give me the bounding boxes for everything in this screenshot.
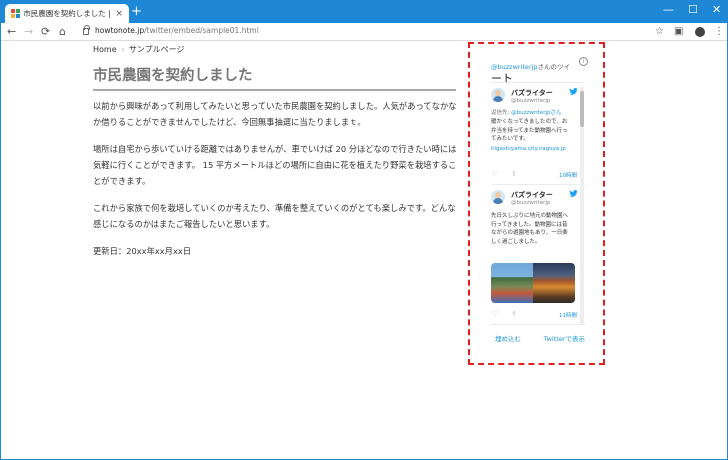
timeline-handle-link[interactable]: @buzzwriterjp bbox=[491, 63, 538, 71]
address-bar[interactable]: howtonote.jp/twitter/embed/sample01.html bbox=[83, 25, 668, 39]
breadcrumb-current: サンプルページ bbox=[128, 45, 185, 54]
page-title: 市民農園を契約しました bbox=[93, 64, 456, 91]
timeline-scrollbar[interactable] bbox=[580, 87, 584, 324]
breadcrumb-separator: › bbox=[121, 45, 125, 54]
page-content: Home › サンプルページ 市民農園を契約しました 以前から興味があって利用し… bbox=[1, 42, 727, 459]
scrollbar-thumb[interactable] bbox=[580, 91, 584, 127]
tab-bar: 市民農園を契約しました | バズブログ × + — ☐ ✕ bbox=[1, 1, 727, 23]
tweet-timestamp[interactable]: 11時間 bbox=[559, 311, 577, 319]
article-paragraph: 以前から興味があって利用してみたいと思っていた市民農園を契約しました。人気があっ… bbox=[93, 101, 457, 127]
article-paragraph: これから家族で何を栽培していくのか考えたり、準備を整えていくのがとても楽しみです… bbox=[93, 203, 456, 229]
tweet-author-handle[interactable]: @buzzwriterjp bbox=[511, 98, 550, 104]
tweet-author-handle[interactable]: @buzzwriterjp bbox=[511, 200, 550, 206]
tweet-author-name[interactable]: バズライター bbox=[511, 190, 553, 200]
profile-avatar-icon[interactable] bbox=[695, 27, 705, 37]
twitter-timeline-embed: @buzzwriterjpさんのツイ ート i バズライター @buzzwrit… bbox=[479, 52, 595, 352]
timeline-header: @buzzwriterjpさんのツイ ート i bbox=[491, 54, 588, 84]
tab-close-icon[interactable]: × bbox=[115, 9, 123, 19]
address-toolbar: ← → ⟳ ⌂ howtonote.jp/twitter/embed/sampl… bbox=[1, 23, 727, 41]
tweet-photo-left bbox=[491, 263, 533, 303]
heart-icon[interactable]: ♡ bbox=[491, 310, 497, 318]
article-body: 以前から興味があって利用してみたいと思っていた市民農園を契約しました。人気があっ… bbox=[93, 98, 459, 243]
reply-mention-link[interactable]: @buzzwriterjpさん bbox=[511, 110, 561, 116]
heart-icon[interactable]: ♡ bbox=[491, 170, 497, 178]
timeline-header-suffix: さんのツイ bbox=[537, 63, 571, 71]
home-icon[interactable]: ⌂ bbox=[59, 25, 66, 38]
lock-icon bbox=[83, 25, 90, 35]
tab-title: 市民農園を契約しました | バズブログ bbox=[23, 9, 111, 18]
tweet-timestamp[interactable]: 10時間 bbox=[559, 171, 577, 179]
minimize-button[interactable]: — bbox=[663, 3, 674, 16]
timeline-divider bbox=[491, 184, 585, 185]
close-window-button[interactable]: ✕ bbox=[712, 3, 721, 16]
maximize-button[interactable]: ☐ bbox=[688, 3, 698, 16]
back-arrow-icon[interactable]: ← bbox=[7, 25, 16, 38]
forward-arrow-icon[interactable]: → bbox=[24, 25, 33, 38]
breadcrumb: Home › サンプルページ bbox=[93, 44, 185, 55]
timeline-divider bbox=[491, 82, 585, 83]
menu-kebab-icon[interactable]: ⋮ bbox=[714, 25, 724, 38]
tweet-text: 先日久しぶりに地元の動物園へ行ってきました。動物園には昔ながらの遊園地もあり、一… bbox=[491, 213, 569, 245]
tweet-link[interactable]: higashiyama.city.nagoya.jp bbox=[491, 146, 566, 152]
avatar[interactable] bbox=[491, 88, 505, 102]
extension-icon[interactable]: ▣ bbox=[674, 25, 683, 38]
view-on-twitter-link[interactable]: Twitterで表示 bbox=[544, 333, 585, 343]
url-text: howtonote.jp/twitter/embed/sample01.html bbox=[95, 26, 259, 35]
article-paragraph: 場所は自宅から歩いていける距離ではありませんが、車でいけば 20 分ほどなので行… bbox=[93, 144, 457, 186]
twitter-bird-icon[interactable] bbox=[569, 88, 578, 95]
tweet-actions: ♡ ⇪ 10時間 bbox=[491, 170, 579, 180]
breadcrumb-home-link[interactable]: Home bbox=[93, 45, 117, 54]
avatar[interactable] bbox=[491, 190, 505, 204]
tweet-photo-right bbox=[533, 263, 575, 303]
tweet-author-name[interactable]: バズライター bbox=[511, 88, 553, 98]
browser-window: 市民農園を契約しました | バズブログ × + — ☐ ✕ ← → ⟳ ⌂ ho… bbox=[0, 0, 728, 460]
tweet-text: 暖かくなってきましたので、お弁当を持ってまた動物園へ行ってみたいです。 bbox=[491, 119, 568, 142]
share-icon[interactable]: ⇪ bbox=[511, 310, 517, 318]
favicon-icon bbox=[11, 9, 21, 18]
tab-active[interactable]: 市民農園を契約しました | バズブログ × bbox=[5, 4, 129, 23]
bookmark-star-icon[interactable]: ☆ bbox=[655, 25, 664, 38]
last-updated-date: 更新日：20xx年xx月xx日 bbox=[93, 246, 192, 256]
new-tab-button[interactable]: + bbox=[131, 4, 142, 20]
twitter-bird-icon[interactable] bbox=[569, 190, 578, 197]
embed-link[interactable]: 埋め込む bbox=[495, 333, 521, 343]
tweet-reply-meta: 返信先: @buzzwriterjpさん bbox=[491, 110, 562, 116]
share-icon[interactable]: ⇪ bbox=[511, 170, 517, 178]
timeline-divider bbox=[491, 324, 585, 325]
reload-icon[interactable]: ⟳ bbox=[41, 25, 50, 38]
tweet-photo[interactable] bbox=[491, 263, 575, 303]
tweet-actions: ♡ ⇪ 11時間 bbox=[491, 310, 579, 320]
info-icon[interactable]: i bbox=[579, 57, 588, 66]
